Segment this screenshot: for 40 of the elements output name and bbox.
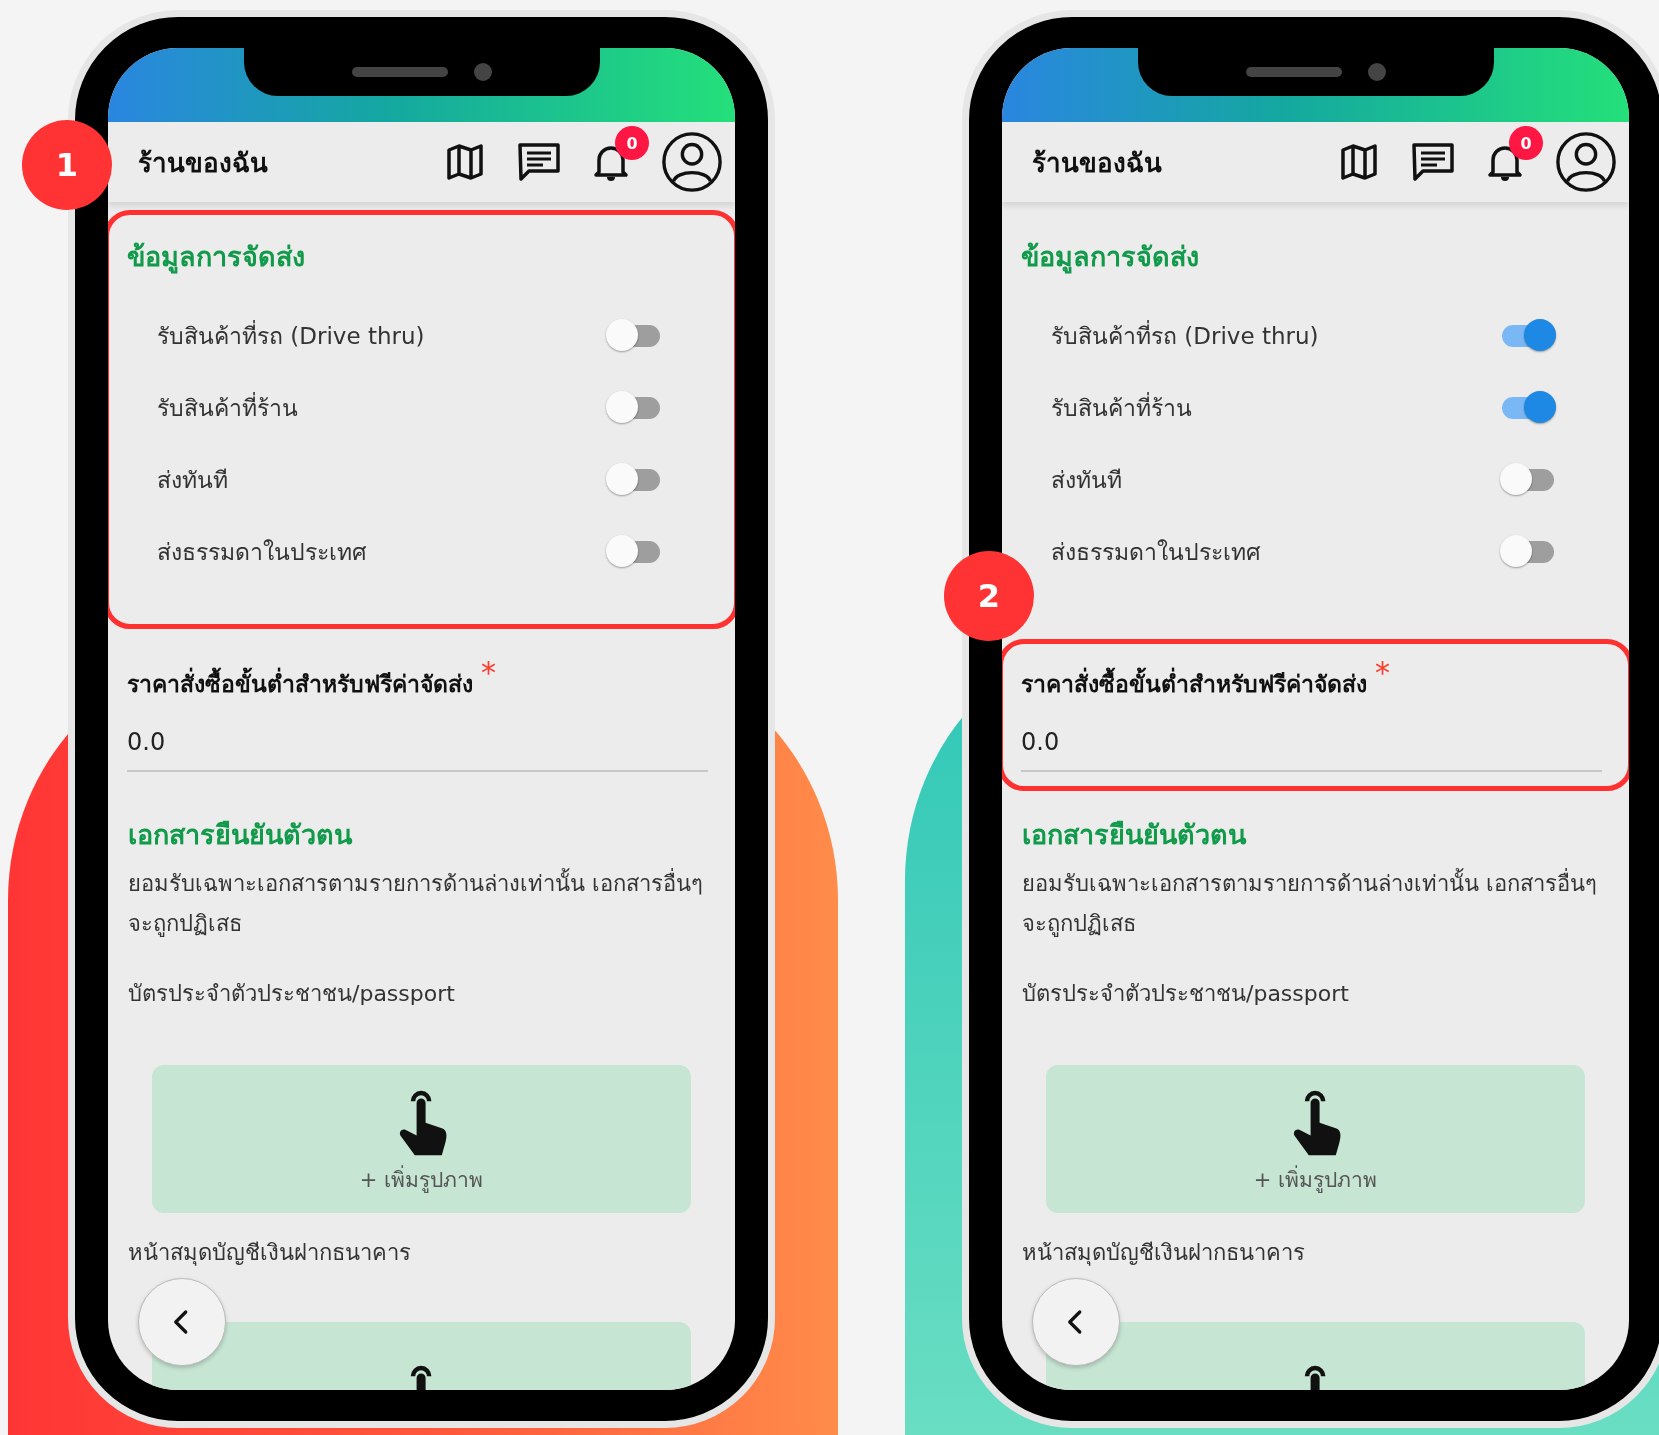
option-label: รับสินค้าที่ร้าน	[1051, 390, 1192, 426]
field-label: ราคาสั่งซื้อขั้นต่ำสำหรับฟรีค่าจัดส่ง	[127, 658, 473, 702]
option-label: ส่งธรรมดาในประเทศ	[1051, 538, 1261, 567]
add-image-button[interactable]: + เพิ่มรูปภาพ	[1046, 1065, 1585, 1213]
price-input-field[interactable]: 0.0	[127, 702, 708, 772]
chat-icon[interactable]	[517, 142, 561, 182]
document-label: หน้าสมุดบัญชีเงินฝากธนาคาร	[128, 1239, 412, 1268]
user-avatar-icon[interactable]	[661, 131, 723, 193]
note-text: ยอมรับเฉพาะเอกสารตามรายการด้านล่างเท่านั้น เอกสารอื่นๆจะถูกปฏิเสธ	[1022, 864, 1599, 944]
price-input-field[interactable]: 0.0	[1021, 702, 1602, 772]
required-mark: *	[1375, 658, 1390, 688]
back-button[interactable]	[138, 1278, 226, 1366]
option-label: รับสินค้าที่ร้าน	[157, 390, 298, 426]
option-label: รับสินค้าที่รถ (Drive thru)	[157, 318, 425, 354]
notification-badge: 0	[1509, 126, 1543, 160]
field-label: ราคาสั่งซื้อขั้นต่ำสำหรับฟรีค่าจัดส่ง	[1021, 658, 1367, 702]
option-label: ส่งทันที	[1051, 466, 1122, 495]
required-mark: *	[481, 658, 496, 688]
section-heading: ข้อมูลการจัดส่ง	[127, 240, 306, 276]
add-image-button[interactable]: + เพิ่มรูปภาพ	[152, 1065, 691, 1213]
shop-title: ร้านของฉัน	[1032, 146, 1162, 180]
chat-icon[interactable]	[1411, 142, 1455, 182]
shop-title: ร้านของฉัน	[138, 146, 268, 180]
option-label: ส่งธรรมดาในประเทศ	[157, 538, 367, 567]
option-label: รับสินค้าที่รถ (Drive thru)	[1051, 318, 1319, 354]
map-icon[interactable]	[445, 142, 485, 182]
document-label: บัตรประจำตัวประชาชน/passport	[128, 980, 456, 1008]
document-label: บัตรประจำตัวประชาชน/passport	[1022, 980, 1350, 1008]
map-icon[interactable]	[1339, 142, 1379, 182]
user-avatar-icon[interactable]	[1555, 131, 1617, 193]
document-label: หน้าสมุดบัญชีเงินฝากธนาคาร	[1022, 1239, 1306, 1268]
option-label: ส่งทันที	[157, 466, 228, 495]
step-number-badge: 2	[944, 551, 1034, 641]
back-button[interactable]	[1032, 1278, 1120, 1366]
section-heading: ข้อมูลการจัดส่ง	[1021, 240, 1200, 276]
note-text: ยอมรับเฉพาะเอกสารตามรายการด้านล่างเท่านั้น เอกสารอื่นๆจะถูกปฏิเสธ	[128, 864, 705, 944]
section-heading: เอกสารยืนยันตัวตน	[1022, 818, 1248, 852]
section-heading: เอกสารยืนยันตัวตน	[128, 818, 354, 852]
step-number-badge: 1	[22, 120, 112, 210]
notification-badge: 0	[615, 126, 649, 160]
